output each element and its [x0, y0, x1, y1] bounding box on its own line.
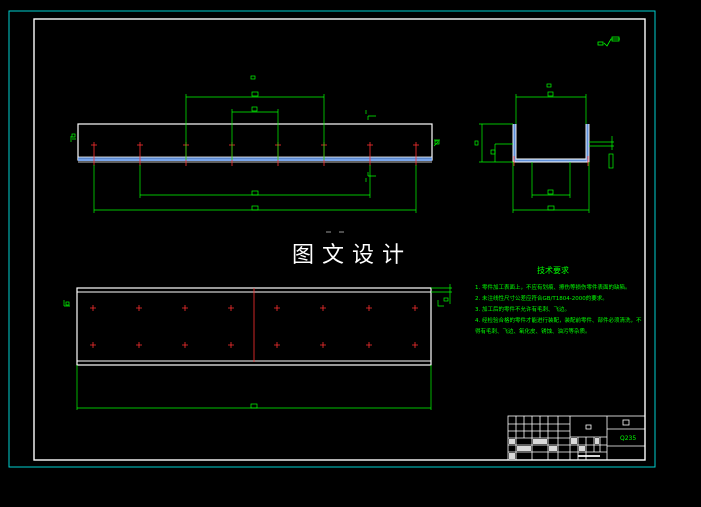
side-view-dimensions — [474, 83, 614, 213]
front-view-body — [77, 123, 433, 161]
outer-border — [8, 10, 656, 468]
tech-req-line-1: 1. 零件加工表面上，不应有划痕、擦伤等损伤零件表面的缺陷。 — [475, 283, 631, 291]
cad-drawing: 图文设计 技术要求 1. 零件加工表面上，不应有划痕、擦伤等损伤零件表面的缺陷。… — [8, 10, 656, 468]
roughness-symbol — [597, 36, 620, 47]
side-view — [474, 83, 614, 213]
tech-req-line-2: 2. 未注线性尺寸公差应符合GB/T1804-2000的要求。 — [475, 294, 608, 302]
tech-req-heading: 技术要求 — [537, 265, 569, 275]
side-view-outline — [512, 124, 590, 163]
front-view-dimensions — [70, 75, 440, 213]
title-block-material: Q235 — [620, 435, 636, 442]
front-view — [70, 75, 440, 213]
tech-req-line-3: 3. 加工后的零件不允许有毛刺、飞边。 — [475, 305, 570, 313]
drawing-frame — [33, 18, 646, 461]
tech-req-line-4: 4. 经检验合格的零件才能进行装配，装配前零件、部件必须清洗，不 — [475, 316, 642, 324]
technical-requirements: 技术要求 1. 零件加工表面上，不应有划痕、擦伤等损伤零件表面的缺陷。 2. 未… — [475, 265, 642, 335]
top-view — [63, 284, 452, 410]
drawing-title: 图文设计 — [292, 243, 412, 268]
top-view-dimensions — [63, 284, 452, 410]
tech-req-line-5: 得有毛刺、飞边、氧化皮、锈蚀、油污等杂质。 — [475, 327, 591, 335]
front-view-hatch — [78, 157, 432, 161]
